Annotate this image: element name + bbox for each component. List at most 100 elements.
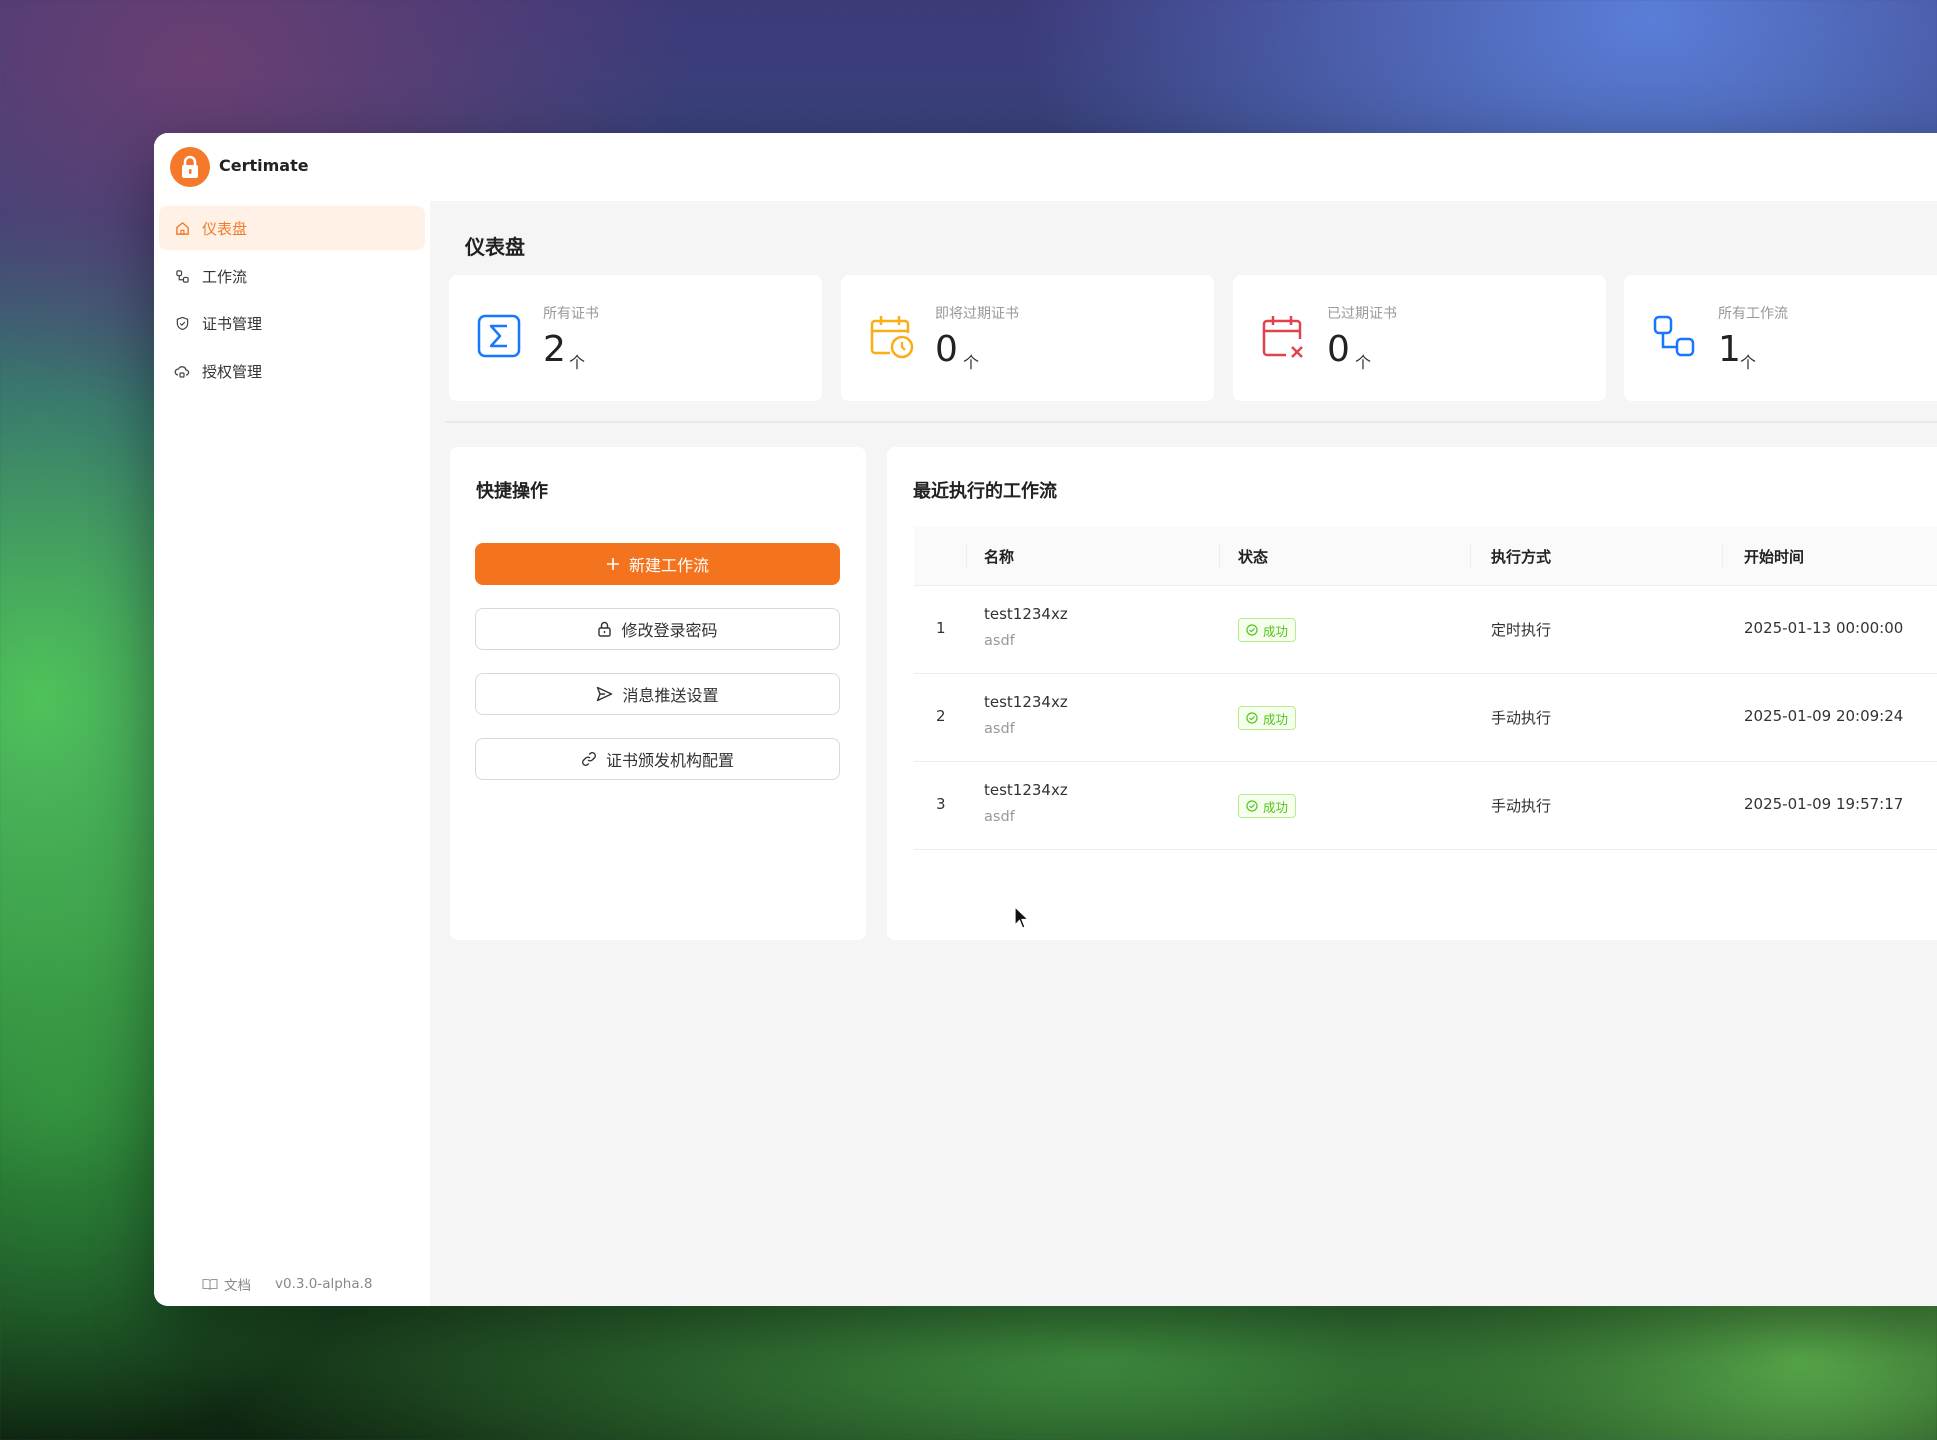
new-workflow-button[interactable]: 新建工作流	[475, 543, 840, 585]
sidebar-item-certificates[interactable]: 证书管理	[159, 301, 425, 345]
sidebar-item-access[interactable]: 授权管理	[159, 349, 425, 393]
stat-unit: 个	[1355, 353, 1372, 372]
sidebar-item-label: 工作流	[202, 267, 248, 286]
column-separator	[1722, 543, 1723, 569]
app-header: Certimate	[154, 133, 1937, 201]
quick-actions-title: 快捷操作	[476, 481, 548, 502]
book-icon	[202, 1278, 218, 1290]
shield-check-icon	[172, 313, 192, 333]
version-label: v0.3.0-alpha.8	[275, 1276, 373, 1292]
table-row[interactable]: 3 test1234xz asdf 成功 手动执行 2025-01-09 19:…	[914, 762, 1937, 850]
start-time: 2025-01-13 00:00:00	[1744, 619, 1904, 637]
workflow-description: asdf	[984, 809, 1015, 825]
sidebar-item-dashboard[interactable]: 仪表盘	[159, 206, 425, 250]
button-label: 证书颁发机构配置	[605, 751, 734, 770]
table-row[interactable]: 1 test1234xz asdf 成功 定时执行 2025-01-13 00:…	[914, 586, 1937, 674]
status-badge: 成功	[1238, 618, 1297, 642]
sidebar-item-label: 授权管理	[202, 362, 263, 381]
ca-config-button[interactable]: 证书颁发机构配置	[475, 738, 840, 780]
stat-value: 0	[1327, 329, 1350, 370]
section-divider	[445, 421, 1937, 423]
stat-label: 已过期证书	[1327, 306, 1397, 322]
workflow-description: asdf	[984, 721, 1015, 737]
calendar-clock-icon	[868, 313, 918, 363]
stat-value: 1	[1718, 329, 1741, 370]
stat-label: 即将过期证书	[935, 306, 1019, 322]
status-label: 成功	[1263, 711, 1289, 727]
status-badge: 成功	[1238, 794, 1297, 818]
stat-unit: 个	[1740, 353, 1757, 372]
stat-unit: 个	[963, 353, 980, 372]
workflow-description: asdf	[984, 633, 1015, 649]
sidebar-item-label: 证书管理	[202, 314, 263, 333]
trigger-type: 手动执行	[1491, 709, 1552, 727]
stat-unit: 个	[569, 353, 586, 372]
sigma-icon	[476, 313, 526, 363]
column-header-name[interactable]: 名称	[984, 546, 1014, 567]
link-icon	[581, 751, 597, 767]
check-circle-icon	[1246, 624, 1258, 636]
button-label: 消息推送设置	[622, 686, 719, 705]
stat-card-all-workflows: 所有工作流 1 个	[1624, 275, 1937, 401]
calendar-x-icon	[1260, 313, 1310, 363]
docs-label: 文档	[224, 1278, 251, 1294]
recent-workflows-title: 最近执行的工作流	[913, 481, 1057, 502]
lock-logo-icon	[182, 155, 198, 178]
row-index: 3	[936, 795, 946, 813]
column-separator	[1470, 543, 1471, 569]
stat-card-expired-certificates: 已过期证书 0 个	[1233, 275, 1606, 401]
app-name: Certimate	[219, 156, 309, 175]
page-title: 仪表盘	[465, 235, 525, 259]
sidebar-item-workflow[interactable]: 工作流	[159, 254, 425, 298]
start-time: 2025-01-09 20:09:24	[1744, 707, 1904, 725]
check-circle-icon	[1246, 712, 1258, 724]
row-index: 1	[936, 619, 946, 637]
status-label: 成功	[1263, 799, 1289, 815]
start-time: 2025-01-09 19:57:17	[1744, 795, 1904, 813]
mouse-pointer-icon	[1014, 905, 1030, 934]
workflow-name: test1234xz	[984, 605, 1068, 623]
change-password-button[interactable]: 修改登录密码	[475, 608, 840, 650]
stat-card-expiring-certificates: 即将过期证书 0 个	[841, 275, 1214, 401]
check-circle-icon	[1246, 800, 1258, 812]
quick-actions-panel: 快捷操作 新建工作流 修改登录密码 消息推送设置 证书颁发机构配置	[450, 447, 866, 940]
sidebar: 仪表盘 工作流 证书管理 授权管理 文档 v0.3.0-alpha.8	[154, 201, 430, 1306]
status-label: 成功	[1263, 623, 1289, 639]
workflow-name: test1234xz	[984, 781, 1068, 799]
sidebar-item-label: 仪表盘	[202, 219, 248, 238]
button-label: 修改登录密码	[621, 621, 718, 640]
stat-label: 所有工作流	[1718, 306, 1788, 322]
sidebar-footer: 文档 v0.3.0-alpha.8	[202, 1274, 373, 1294]
docs-link[interactable]: 文档	[202, 1274, 251, 1294]
row-index: 2	[936, 707, 946, 725]
main-content: 仪表盘 所有证书 2 个 即将过期证书 0 个 已过期证书 0 个 所有工作流 …	[430, 201, 1937, 1306]
button-label: 新建工作流	[628, 556, 709, 575]
trigger-type: 手动执行	[1491, 797, 1552, 815]
trigger-type: 定时执行	[1491, 621, 1552, 639]
status-badge: 成功	[1238, 706, 1297, 730]
workflow-icon	[172, 266, 192, 286]
stat-label: 所有证书	[543, 306, 599, 322]
column-separator	[1219, 543, 1220, 569]
column-header-start-time[interactable]: 开始时间	[1744, 546, 1804, 567]
notification-settings-button[interactable]: 消息推送设置	[475, 673, 840, 715]
plus-icon	[606, 557, 620, 571]
column-separator	[966, 543, 967, 569]
column-header-trigger[interactable]: 执行方式	[1491, 546, 1551, 567]
stat-value: 0	[935, 329, 958, 370]
lock-icon	[597, 621, 612, 637]
cloud-lock-icon	[172, 361, 192, 381]
stat-value: 2	[543, 329, 566, 370]
recent-workflows-table: 名称 状态 执行方式 开始时间 1 test1234xz asdf 成功 定时执…	[914, 527, 1937, 850]
column-header-status[interactable]: 状态	[1238, 546, 1268, 567]
workflow-name: test1234xz	[984, 693, 1068, 711]
recent-workflows-panel: 最近执行的工作流 名称 状态 执行方式 开始时间 1 test1234xz as…	[887, 447, 1937, 940]
stat-card-all-certificates: 所有证书 2 个	[449, 275, 822, 401]
table-row[interactable]: 2 test1234xz asdf 成功 手动执行 2025-01-09 20:…	[914, 674, 1937, 762]
workflow-icon	[1651, 313, 1701, 363]
app-window: Certimate 仪表盘 工作流 证书管理 授权管理 文档 v0.3.0-al…	[154, 133, 1937, 1306]
table-header: 名称 状态 执行方式 开始时间	[914, 527, 1937, 586]
send-icon	[596, 686, 613, 702]
home-icon	[172, 218, 192, 238]
app-logo	[170, 147, 210, 187]
